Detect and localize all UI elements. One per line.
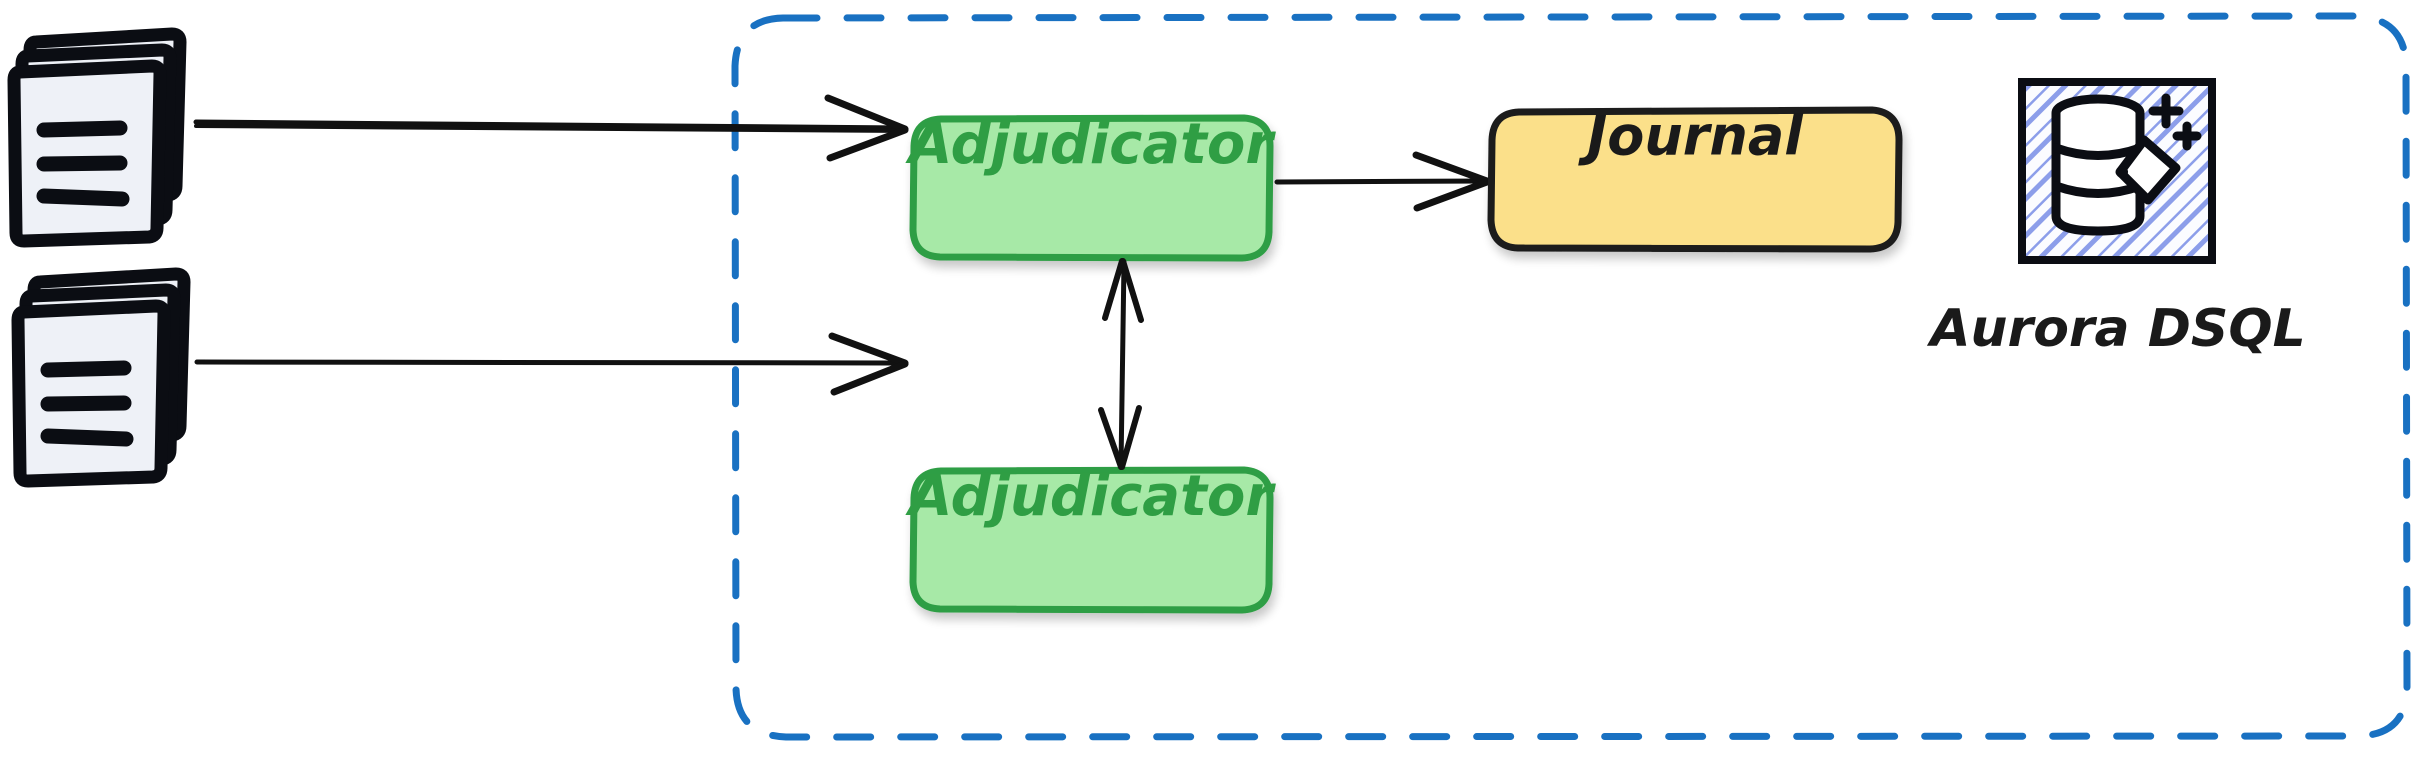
- diagram-canvas: Adjudicator Adjudicator Journal Aurora D…: [0, 0, 2429, 776]
- node-adjudicator-top[interactable]: Adjudicator: [905, 112, 1276, 262]
- document-stack-top: [7, 27, 187, 248]
- diagram-svg: Adjudicator Adjudicator Journal Aurora D…: [7, 12, 2411, 741]
- node-label: Journal: [1578, 105, 1804, 168]
- node-adjudicator-bottom[interactable]: Adjudicator: [905, 464, 1276, 614]
- node-journal[interactable]: Journal: [1487, 105, 1903, 253]
- document-stack-bottom: [11, 267, 191, 488]
- node-label: Adjudicator: [905, 464, 1276, 529]
- node-aurora-dsql[interactable]: Aurora DSQL: [1926, 78, 2306, 359]
- aurora-dsql-label: Aurora DSQL: [1926, 299, 2305, 359]
- edge-adjudicator-to-journal: [1274, 151, 1491, 212]
- edge-adjudicator-top-to-bottom: [1098, 258, 1144, 470]
- node-label: Adjudicator: [905, 112, 1276, 177]
- database-hatched-icon: [2018, 78, 2216, 264]
- edge-documents-bottom-to-adjudicator: [194, 332, 909, 396]
- edge-documents-top-to-adjudicator: [193, 94, 909, 162]
